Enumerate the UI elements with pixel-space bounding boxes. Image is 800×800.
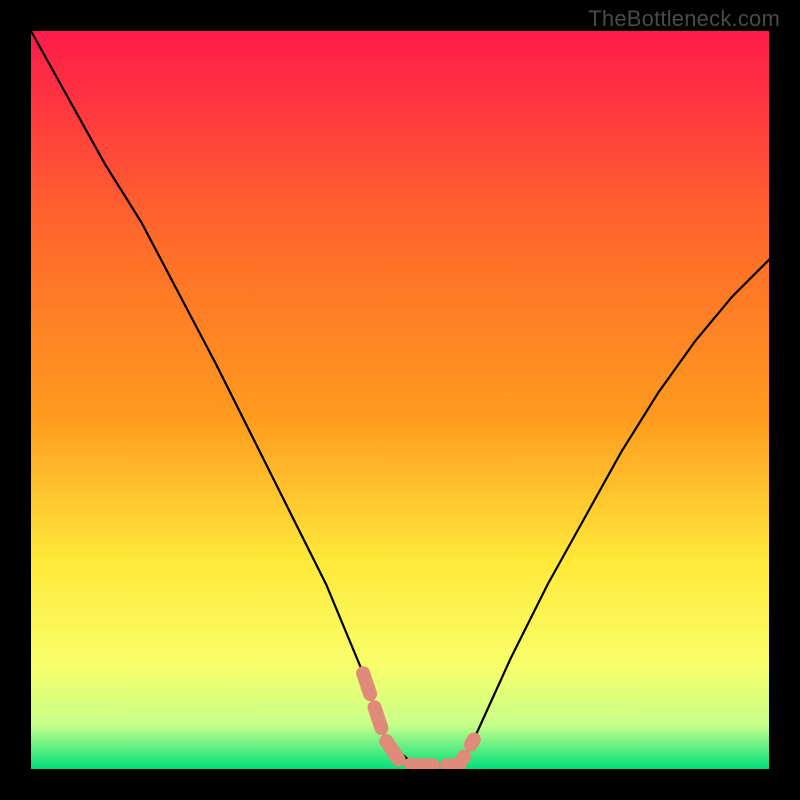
chart-frame: TheBottleneck.com bbox=[0, 0, 800, 800]
plot-svg bbox=[31, 31, 769, 769]
plot-area bbox=[31, 31, 769, 769]
gradient-background bbox=[31, 31, 769, 769]
watermark-text: TheBottleneck.com bbox=[588, 6, 780, 32]
